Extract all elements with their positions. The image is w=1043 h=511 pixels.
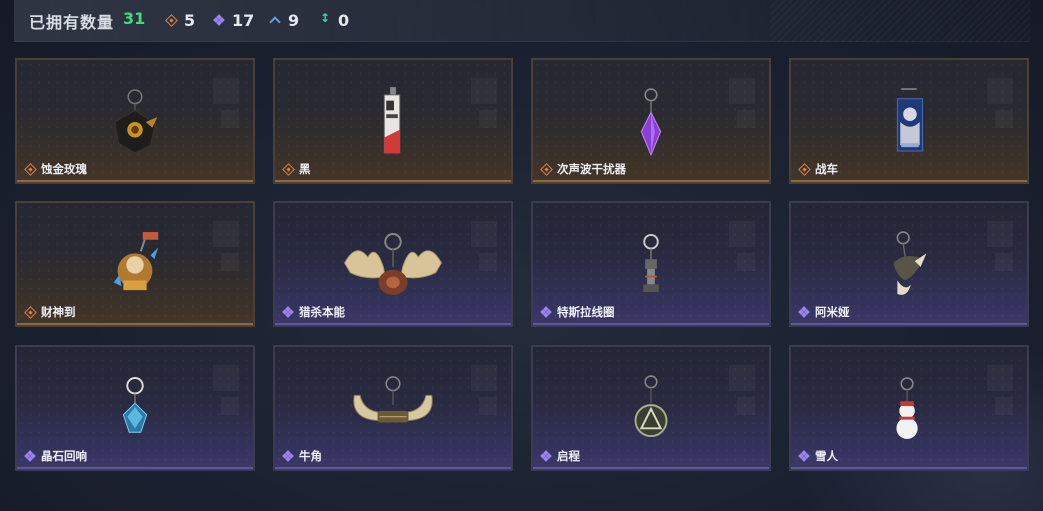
item-name: 牛角: [299, 449, 322, 463]
green-arrows-icon: [320, 11, 330, 25]
item-name: 阿米娅: [815, 305, 850, 319]
orange-diamond-icon: [166, 15, 176, 25]
purple-rarity-icon: [798, 306, 810, 318]
item-name: 黑: [299, 162, 311, 176]
purple-rarity-icon: [798, 450, 810, 462]
inventory-header: 已拥有数量 31 5 17 9 0: [14, 0, 1030, 42]
item-name: 猎杀本能: [299, 305, 345, 319]
item-name: 雪人: [815, 449, 838, 463]
item-name: 财神到: [41, 305, 76, 319]
item-card[interactable]: 特斯拉线圈: [531, 201, 771, 327]
header-pattern: [770, 0, 1030, 42]
orange-rarity-icon: [25, 164, 35, 174]
owned-label: 已拥有数量: [29, 13, 115, 32]
stat-purple-value: 17: [232, 10, 255, 30]
item-card[interactable]: 牛角: [273, 345, 513, 471]
item-card[interactable]: 次声波干扰器: [531, 58, 771, 184]
orange-rarity-icon: [25, 307, 35, 317]
purple-rarity-icon: [282, 306, 294, 318]
item-name: 战车: [815, 162, 838, 176]
item-card[interactable]: 财神到: [15, 201, 255, 327]
item-name: 晶石回响: [41, 449, 87, 463]
purple-rarity-icon: [282, 450, 294, 462]
item-name: 启程: [557, 449, 580, 463]
owned-count: 31: [123, 9, 146, 28]
blue-chevron-icon: [270, 15, 280, 25]
stat-orange-value: 5: [184, 10, 196, 30]
item-name: 蚀金玫瑰: [41, 162, 87, 176]
stat-blue-value: 9: [288, 10, 300, 30]
item-card[interactable]: 战车: [789, 58, 1029, 184]
item-card[interactable]: 启程: [531, 345, 771, 471]
purple-rarity-icon: [540, 306, 552, 318]
item-name: 次声波干扰器: [557, 162, 626, 176]
purple-clover-icon: [213, 14, 225, 26]
purple-rarity-icon: [540, 450, 552, 462]
item-card[interactable]: 黑: [273, 58, 513, 184]
stat-orange: 5: [166, 10, 195, 30]
stat-green-value: 0: [338, 10, 350, 30]
stat-green: 0: [320, 10, 349, 30]
stat-blue: 9: [270, 10, 299, 30]
orange-rarity-icon: [283, 164, 293, 174]
stat-purple: 17: [213, 10, 255, 30]
item-card[interactable]: 猎杀本能: [273, 201, 513, 327]
orange-rarity-icon: [541, 164, 551, 174]
purple-rarity-icon: [24, 450, 36, 462]
item-card[interactable]: 阿米娅: [789, 201, 1029, 327]
item-name: 特斯拉线圈: [557, 305, 615, 319]
item-card[interactable]: 晶石回响: [15, 345, 255, 471]
item-card[interactable]: 蚀金玫瑰: [15, 58, 255, 184]
orange-rarity-icon: [799, 164, 809, 174]
item-card[interactable]: 雪人: [789, 345, 1029, 471]
